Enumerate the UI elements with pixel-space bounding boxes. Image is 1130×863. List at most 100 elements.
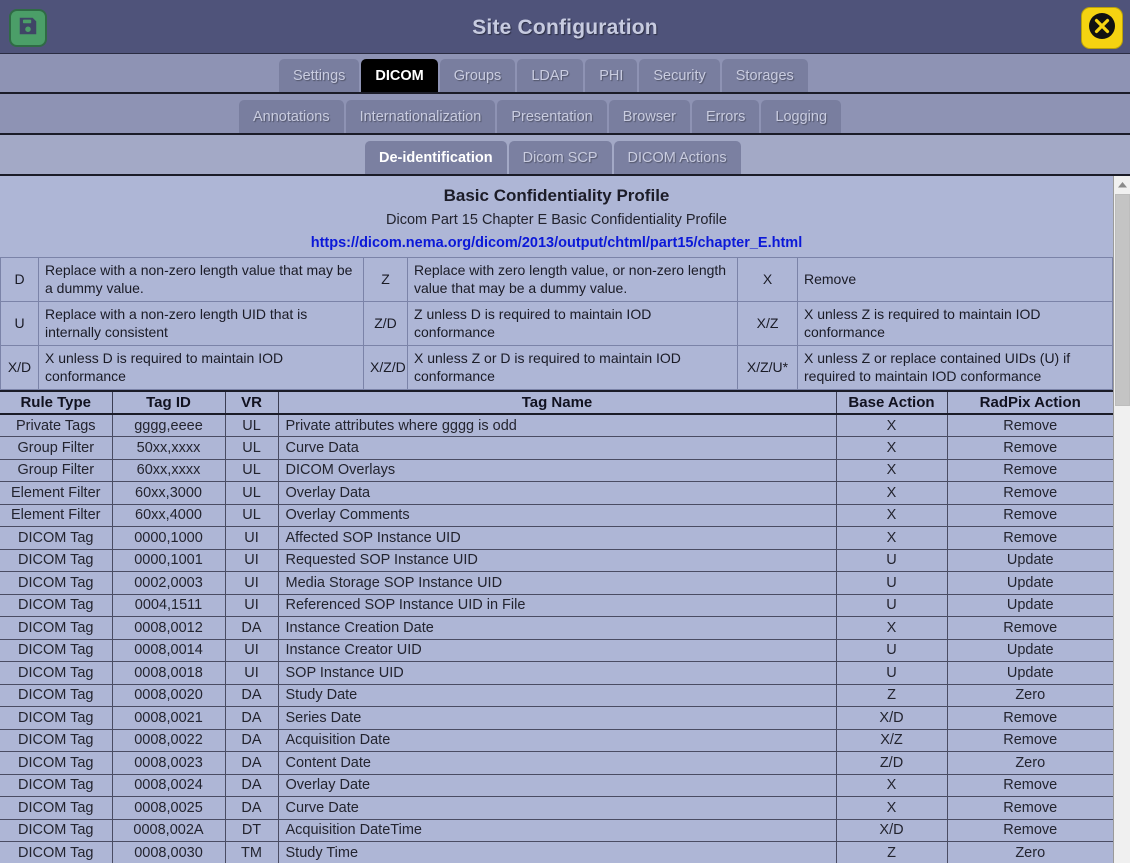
table-row[interactable]: Group Filter 60xx,xxxx UL DICOM Overlays X Re… — [0, 459, 1113, 482]
profile-reference-link[interactable]: https://dicom.nema.org/dicom/2013/output… — [0, 228, 1113, 257]
cell-rule-type: Private Tags — [0, 414, 113, 437]
cell-tag-name: Study Date — [278, 684, 837, 707]
cell-tag-name: Overlay Date — [278, 774, 837, 797]
tab-label: Browser — [622, 108, 676, 125]
cell-tag-name: Curve Data — [278, 436, 837, 460]
table-row[interactable]: DICOM Tag 0008,0012 DA Instance Creation Da… — [0, 616, 1113, 640]
column-header-radpix-action[interactable]: RadPix Action — [947, 392, 1113, 415]
tab-browser[interactable]: Browser — [608, 100, 690, 133]
tab-ldap[interactable]: LDAP — [517, 59, 584, 92]
legend-description: Replace with a non-zero length value tha… — [38, 257, 364, 302]
legend-row: D Replace with a non-zero length value t… — [0, 257, 1113, 302]
deidentification-rules-table-wrap: Rule Type Tag ID VR Tag Name Base Action… — [0, 390, 1113, 863]
table-row[interactable]: DICOM Tag 0008,0014 UI Instance Creator UID… — [0, 639, 1113, 662]
cell-tag-name: Media Storage SOP Instance UID — [278, 571, 837, 595]
tab-label: Annotations — [253, 108, 330, 125]
column-header-base-action[interactable]: Base Action — [836, 392, 948, 415]
cell-radpix-action: Remove — [947, 459, 1113, 482]
tab-errors[interactable]: Errors — [691, 100, 760, 133]
table-row[interactable]: DICOM Tag 0008,0030 TM Study Time Z Zero — [0, 841, 1113, 863]
cell-base-action: Z — [836, 841, 948, 863]
cell-rule-type: DICOM Tag — [0, 526, 113, 550]
legend-description: Replace with a non-zero length UID that … — [38, 301, 364, 346]
tab-label: Security — [653, 67, 706, 84]
tab-label: DICOM — [375, 67, 424, 84]
table-row[interactable]: DICOM Tag 0000,1000 UI Affected SOP Instanc… — [0, 526, 1113, 550]
cell-vr: UL — [225, 504, 279, 527]
tab-security[interactable]: Security — [639, 59, 720, 92]
cell-tag-id: 0008,0024 — [112, 774, 226, 797]
close-button[interactable] — [1081, 7, 1123, 49]
cell-rule-type: DICOM Tag — [0, 774, 113, 797]
cell-radpix-action: Zero — [947, 684, 1113, 707]
table-row[interactable]: DICOM Tag 0004,1511 UI Referenced SOP Insta… — [0, 594, 1113, 617]
table-row[interactable]: DICOM Tag 0008,002A DT Acquisition DateTime… — [0, 819, 1113, 842]
secondary-tab-strip: Annotations Internationalization Present… — [0, 94, 1130, 135]
tab-dicom-scp[interactable]: Dicom SCP — [508, 141, 612, 174]
tab-groups[interactable]: Groups — [439, 59, 516, 92]
column-header-rule-type[interactable]: Rule Type — [0, 392, 113, 415]
column-header-vr[interactable]: VR — [225, 392, 279, 415]
cell-tag-id: 0008,0021 — [112, 706, 226, 730]
scrollbar-thumb[interactable] — [1115, 194, 1130, 406]
cell-base-action: X/D — [836, 706, 948, 730]
tab-presentation[interactable]: Presentation — [497, 100, 607, 133]
cell-rule-type: DICOM Tag — [0, 819, 113, 842]
tab-internationalization[interactable]: Internationalization — [345, 100, 496, 133]
tab-storages[interactable]: Storages — [721, 59, 808, 92]
tab-logging[interactable]: Logging — [761, 100, 842, 133]
cell-tag-name: SOP Instance UID — [278, 661, 837, 685]
cell-tag-name: Study Time — [278, 841, 837, 863]
save-button[interactable] — [9, 9, 47, 47]
cell-rule-type: DICOM Tag — [0, 706, 113, 730]
window-titlebar: Site Configuration — [0, 3, 1130, 54]
table-row[interactable]: DICOM Tag 0002,0003 UI Media Storage SOP In… — [0, 571, 1113, 595]
column-header-tag-id[interactable]: Tag ID — [112, 392, 226, 415]
table-row[interactable]: DICOM Tag 0008,0022 DA Acquisition Date X/Z R… — [0, 729, 1113, 752]
table-row[interactable]: DICOM Tag 0008,0025 DA Curve Date X Remove — [0, 796, 1113, 820]
cell-base-action: X — [836, 481, 948, 505]
cell-base-action: U — [836, 549, 948, 572]
vertical-scrollbar[interactable] — [1113, 176, 1130, 863]
cell-tag-id: 50xx,xxxx — [112, 436, 226, 460]
tab-phi[interactable]: PHI — [585, 59, 638, 92]
cell-tag-name: Acquisition DateTime — [278, 819, 837, 842]
tab-de-identification[interactable]: De-identification — [365, 141, 507, 174]
legend-row: X/D X unless D is required to maintain I… — [0, 345, 1113, 390]
table-row[interactable]: DICOM Tag 0008,0024 DA Overlay Date X Remove — [0, 774, 1113, 797]
table-row[interactable]: DICOM Tag 0000,1001 UI Requested SOP Instan… — [0, 549, 1113, 572]
cell-tag-id: 0008,0012 — [112, 616, 226, 640]
cell-tag-name: Private attributes where gggg is odd — [278, 414, 837, 437]
cell-tag-id: 0000,1001 — [112, 549, 226, 572]
table-row[interactable]: DICOM Tag 0008,0018 UI SOP Instance UID U Upd… — [0, 661, 1113, 685]
cell-tag-id: 0008,0014 — [112, 639, 226, 662]
table-row[interactable]: DICOM Tag 0008,0020 DA Study Date Z Zero — [0, 684, 1113, 707]
cell-radpix-action: Update — [947, 661, 1113, 685]
cell-radpix-action: Remove — [947, 526, 1113, 550]
table-row[interactable]: Private Tags gggg,eeee UL Private attribute… — [0, 414, 1113, 437]
table-row[interactable]: Element Filter 60xx,4000 UL Overlay Comment… — [0, 504, 1113, 527]
cell-tag-id: 0002,0003 — [112, 571, 226, 595]
tab-settings[interactable]: Settings — [279, 59, 360, 92]
table-row[interactable]: DICOM Tag 0008,0023 DA Content Date Z/D Zero — [0, 751, 1113, 775]
primary-tab-strip: Settings DICOM Groups LDAP PHI Security … — [0, 54, 1130, 94]
scroll-up-button[interactable] — [1114, 176, 1130, 193]
cell-tag-name: Overlay Data — [278, 481, 837, 505]
column-header-tag-name[interactable]: Tag Name — [278, 392, 837, 415]
cell-tag-id: 60xx,4000 — [112, 504, 226, 527]
cell-vr: UI — [225, 526, 279, 550]
cell-vr: UI — [225, 661, 279, 685]
cell-rule-type: DICOM Tag — [0, 594, 113, 617]
table-row[interactable]: DICOM Tag 0008,0021 DA Series Date X/D Remove — [0, 706, 1113, 730]
legend-code: X — [737, 257, 798, 302]
legend-code: X/Z — [737, 301, 798, 346]
table-row[interactable]: Group Filter 50xx,xxxx UL Curve Data X Remove — [0, 436, 1113, 460]
tab-label: PHI — [599, 67, 624, 84]
cell-rule-type: Element Filter — [0, 504, 113, 527]
tab-dicom[interactable]: DICOM — [361, 59, 438, 92]
tab-dicom-actions[interactable]: DICOM Actions — [613, 141, 741, 174]
table-row[interactable]: Element Filter 60xx,3000 UL Overlay Data X Re… — [0, 481, 1113, 505]
cell-base-action: X — [836, 526, 948, 550]
tab-annotations[interactable]: Annotations — [239, 100, 344, 133]
cell-radpix-action: Update — [947, 571, 1113, 595]
